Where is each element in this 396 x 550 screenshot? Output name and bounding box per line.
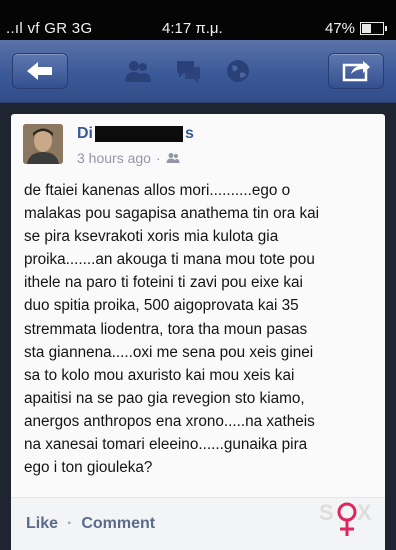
post-author[interactable]: Di s: [77, 125, 194, 143]
svg-text:X: X: [357, 500, 372, 525]
redaction-bar: [95, 126, 183, 142]
profile-photo: [23, 124, 63, 164]
post-card: Di s 3 hours ago · de ftaiei kanenas all…: [11, 114, 385, 550]
battery-icon: [360, 22, 387, 35]
notifications-globe-icon[interactable]: [224, 58, 252, 84]
avatar[interactable]: [23, 124, 63, 164]
friends-icon: [166, 153, 180, 163]
messages-icon[interactable]: [174, 58, 202, 84]
carrier-signal: ..ıl vf GR 3G: [6, 20, 93, 37]
status-bar: ..ıl vf GR 3G 4:17 π.μ. 47%: [0, 0, 396, 40]
battery-percent: 47%: [324, 20, 355, 37]
comment-button[interactable]: Comment: [81, 515, 155, 533]
back-button[interactable]: [12, 53, 68, 89]
facebook-nav-bar: [0, 40, 396, 103]
author-name-end: s: [185, 125, 194, 142]
share-icon: [342, 61, 370, 82]
share-button[interactable]: [328, 53, 384, 89]
post-meta: 3 hours ago ·: [77, 150, 180, 166]
like-button[interactable]: Like: [26, 515, 58, 533]
status-time: 4:17 π.μ.: [162, 20, 223, 37]
svg-text:S: S: [319, 500, 334, 525]
back-arrow-icon: [27, 62, 52, 80]
actions-separator: ·: [67, 515, 73, 532]
author-name-start: Di: [77, 125, 93, 142]
post-timestamp[interactable]: 3 hours ago: [77, 150, 151, 166]
meta-separator: ·: [155, 150, 161, 166]
watermark-logo: S X: [319, 500, 372, 536]
post-body-text: de ftaiei kanenas allos mori..........eg…: [24, 182, 320, 477]
friend-requests-icon[interactable]: [124, 58, 152, 84]
battery-indicator: 47%: [324, 20, 387, 37]
